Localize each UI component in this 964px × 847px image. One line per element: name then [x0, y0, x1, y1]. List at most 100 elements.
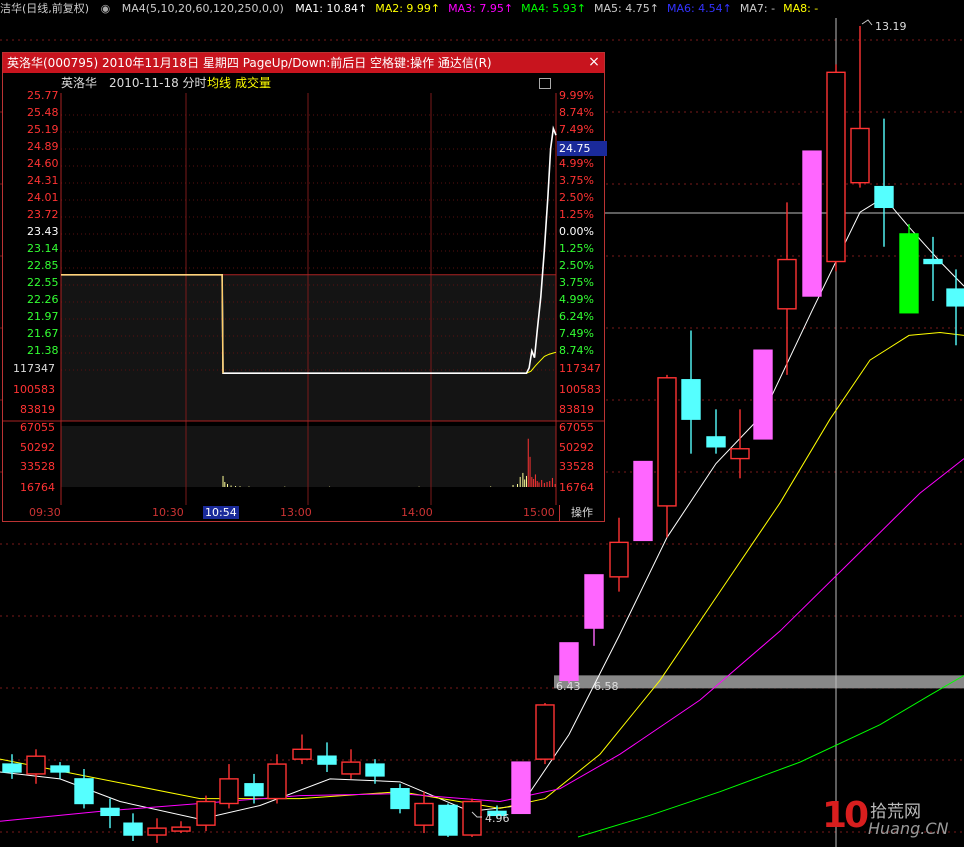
- percent-tick: 6.24%: [559, 310, 594, 323]
- candlestick: [100, 798, 120, 829]
- percent-tick: 3.75%: [559, 174, 594, 187]
- ma-legend: 洁华(日线,前复权) ◉ MA4(5,10,20,60,120,250,0,0)…: [0, 0, 964, 18]
- candle-body: [414, 802, 434, 826]
- time-axis: 09:30 10:30 10:54 13:00 14:00 15:00: [3, 505, 604, 521]
- candlestick: [123, 813, 143, 841]
- price-tick: 24.31: [27, 174, 59, 187]
- operate-button[interactable]: 操作: [559, 505, 604, 521]
- candle-body: [244, 783, 264, 797]
- price-tick: 24.89: [27, 140, 59, 153]
- candle-body: [850, 127, 870, 184]
- candle-body: [753, 349, 773, 440]
- price-tick: 25.19: [27, 123, 59, 136]
- band-label-left: 6.43: [556, 680, 581, 693]
- candle-body: [462, 800, 482, 836]
- volume-tick-left: 67055: [20, 421, 55, 434]
- candle-body: [874, 185, 894, 209]
- high-marker: [861, 19, 873, 26]
- candle-body: [633, 460, 653, 542]
- time-tick: 10:54: [203, 506, 239, 519]
- ma-legend-expand-icon[interactable]: ◉: [101, 2, 111, 15]
- intraday-chart[interactable]: [3, 73, 604, 505]
- percent-tick: 4.99%: [559, 157, 594, 170]
- high-price-label: 13.19: [875, 20, 907, 33]
- time-tick: 15:00: [523, 506, 555, 519]
- price-tick: 21.67: [27, 327, 59, 340]
- watermark-logo: 10: [822, 795, 869, 836]
- candle-body: [365, 763, 385, 777]
- candle-body: [730, 448, 750, 460]
- close-icon[interactable]: ×: [586, 54, 602, 70]
- price-tick: 24.60: [27, 157, 59, 170]
- candlestick: [462, 798, 482, 837]
- price-tick: 22.85: [27, 259, 59, 272]
- candle-body: [50, 765, 70, 773]
- time-tick: 14:00: [401, 506, 433, 519]
- volume-tick-left: 83819: [20, 403, 55, 416]
- percent-tick: 7.49%: [559, 327, 594, 340]
- ma-legend-params[interactable]: MA4(5,10,20,60,120,250,0,0): [122, 2, 284, 15]
- candlestick: [292, 734, 312, 765]
- time-tick: 09:30: [29, 506, 61, 519]
- ma-legend-item: MA1: 10.84↑: [295, 2, 368, 15]
- candle-body: [390, 788, 410, 810]
- watermark-en: Huang.CN: [868, 819, 949, 838]
- percent-tick: 3.75%: [559, 276, 594, 289]
- candlestick: [390, 783, 410, 814]
- candle-body: [100, 807, 120, 817]
- candlestick: [535, 702, 555, 765]
- candlestick: [633, 460, 653, 542]
- band-label-right: 6.58: [594, 680, 619, 693]
- candlestick: [317, 742, 337, 772]
- volume-tick-left: 33528: [20, 460, 55, 473]
- percent-tick: 9.99%: [559, 89, 594, 102]
- candlestick: [753, 349, 773, 440]
- time-tick: 13:00: [280, 506, 312, 519]
- candle-body: [267, 763, 287, 800]
- percent-tick: 8.74%: [559, 344, 594, 357]
- ma-legend-item: MA5: 4.75↑: [594, 2, 659, 15]
- candlestick: [219, 764, 239, 809]
- candle-body: [2, 763, 22, 773]
- candlestick: [657, 374, 677, 538]
- candle-body: [147, 827, 167, 836]
- candle-body: [292, 748, 312, 760]
- time-tick: 10:30: [152, 506, 184, 519]
- candle-body: [511, 761, 531, 815]
- volume-tick-left: 16764: [20, 481, 55, 494]
- candle-body: [923, 258, 943, 265]
- percent-tick: 2.50%: [559, 191, 594, 204]
- volume-tick-right: 100583: [559, 383, 601, 396]
- candle-body: [74, 778, 94, 805]
- candlestick: [899, 224, 919, 314]
- candle-body: [609, 541, 629, 578]
- percent-tick: 8.74%: [559, 106, 594, 119]
- candle-body: [196, 800, 216, 826]
- ma-legend-item: MA3: 7.95↑: [448, 2, 514, 15]
- candlestick: [826, 64, 846, 272]
- candle-body: [802, 150, 822, 297]
- percent-tick: 4.99%: [559, 293, 594, 306]
- volume-tick-right: 33528: [559, 460, 594, 473]
- candlestick: [341, 749, 361, 779]
- candlestick: [559, 642, 579, 684]
- candlestick: [609, 517, 629, 592]
- candlestick: [850, 26, 870, 188]
- candle-body: [438, 804, 458, 836]
- intraday-popup[interactable]: 英洛华(000795) 2010年11月18日 星期四 PageUp/Down:…: [2, 52, 607, 522]
- price-tick: 23.72: [27, 208, 59, 221]
- candlestick: [584, 574, 604, 646]
- low-price-label: 4.96: [485, 812, 510, 825]
- volume-tick-left: 100583: [13, 383, 55, 396]
- candle-body: [706, 436, 726, 448]
- popup-title[interactable]: 英洛华(000795) 2010年11月18日 星期四 PageUp/Down:…: [3, 53, 604, 73]
- ma-legend-item: MA4: 5.93↑: [521, 2, 587, 15]
- candle-body: [899, 233, 919, 314]
- percent-tick: 2.50%: [559, 259, 594, 272]
- candle-body: [341, 761, 361, 775]
- ma-legend-item: MA6: 4.54↑: [666, 2, 732, 15]
- candlestick: [802, 150, 822, 297]
- candle-body: [681, 379, 701, 420]
- volume-tick-right: 50292: [559, 441, 594, 454]
- price-tick: 25.48: [27, 106, 59, 119]
